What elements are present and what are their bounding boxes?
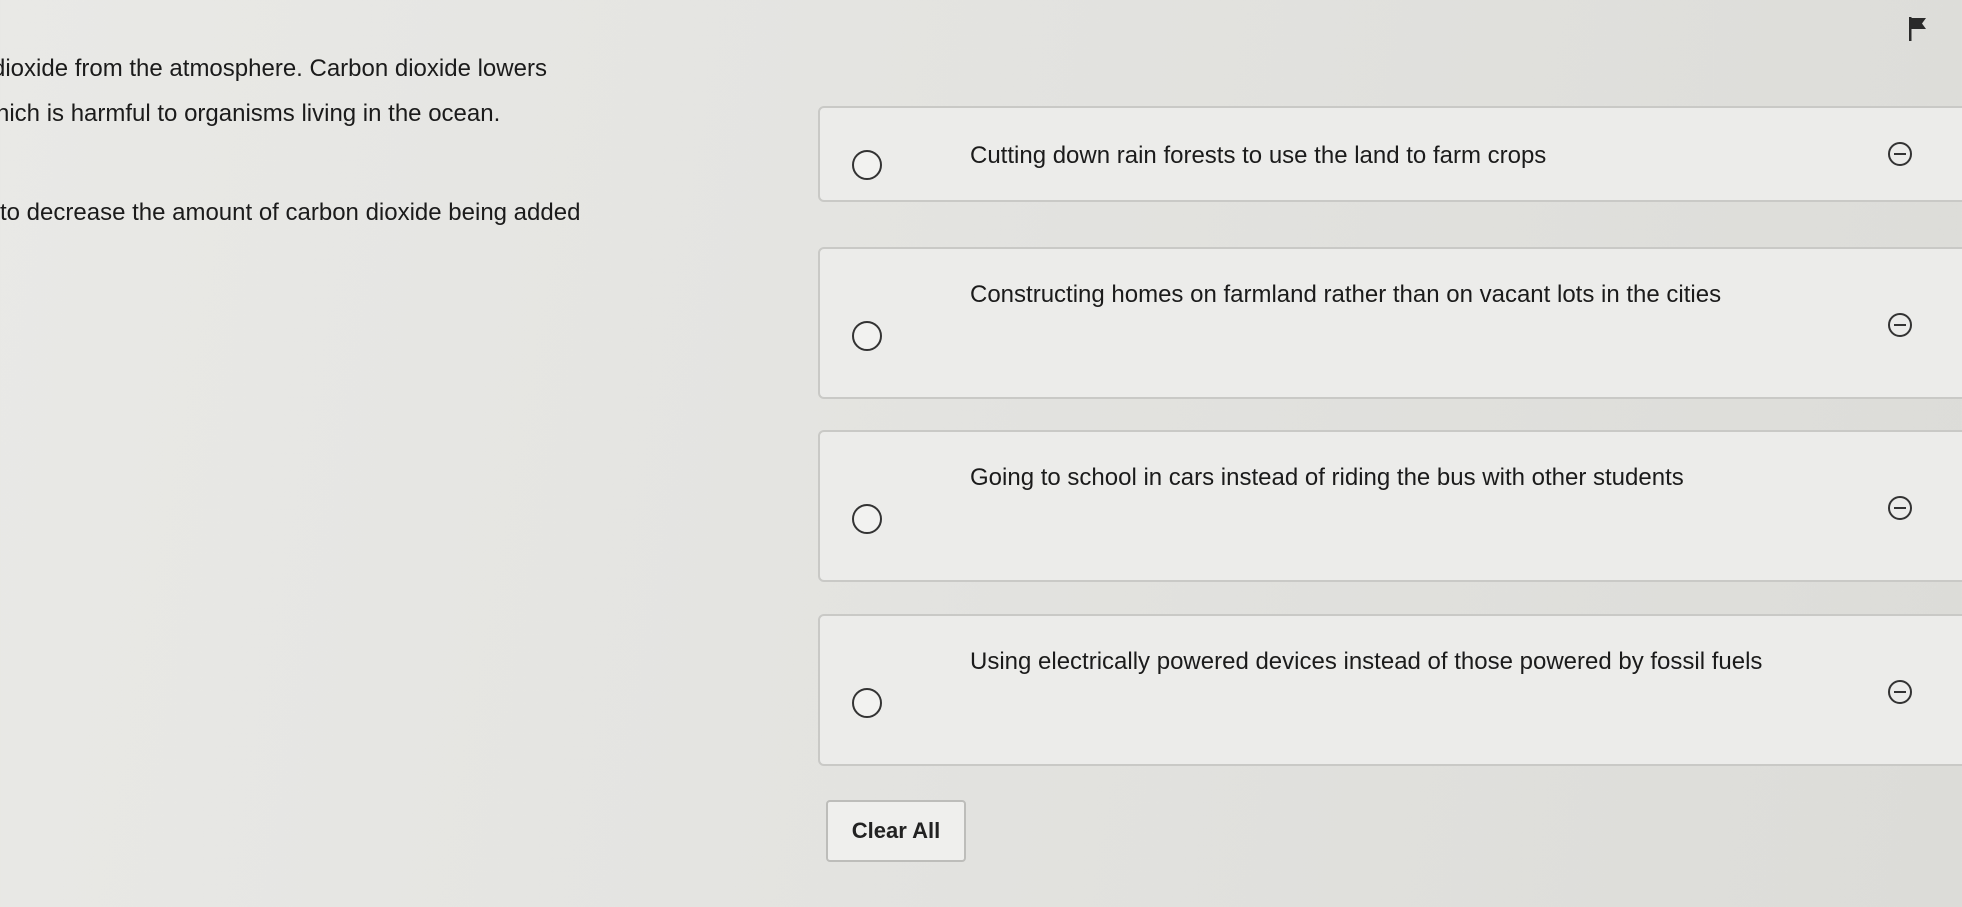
answer-option-b[interactable]: Constructing homes on farmland rather th… xyxy=(818,247,1962,399)
radio-button-icon[interactable] xyxy=(852,688,882,718)
minus-circle-icon[interactable] xyxy=(1888,496,1912,520)
answer-option-text: Going to school in cars instead of ridin… xyxy=(970,464,1684,491)
minus-circle-icon[interactable] xyxy=(1888,680,1912,704)
question-passage-line: to decrease the amount of carbon dioxide… xyxy=(0,199,581,226)
flag-icon[interactable] xyxy=(1906,14,1930,42)
answer-option-d[interactable]: Using electrically powered devices inste… xyxy=(818,614,1962,766)
question-passage-line: dioxide from the atmosphere. Carbon diox… xyxy=(0,55,547,82)
minus-circle-icon[interactable] xyxy=(1888,142,1912,166)
answer-option-text: Constructing homes on farmland rather th… xyxy=(970,281,1722,308)
answer-option-text: Cutting down rain forests to use the lan… xyxy=(970,142,1547,169)
clear-all-button[interactable]: Clear All xyxy=(826,800,966,862)
radio-button-icon[interactable] xyxy=(852,504,882,534)
radio-button-icon[interactable] xyxy=(852,150,882,180)
answer-option-c[interactable]: Going to school in cars instead of ridin… xyxy=(818,430,1962,582)
answer-option-text: Using electrically powered devices inste… xyxy=(970,648,1763,675)
answer-option-a[interactable]: Cutting down rain forests to use the lan… xyxy=(818,106,1962,202)
question-passage-line: hich is harmful to organisms living in t… xyxy=(0,100,501,127)
minus-circle-icon[interactable] xyxy=(1888,313,1912,337)
radio-button-icon[interactable] xyxy=(852,321,882,351)
